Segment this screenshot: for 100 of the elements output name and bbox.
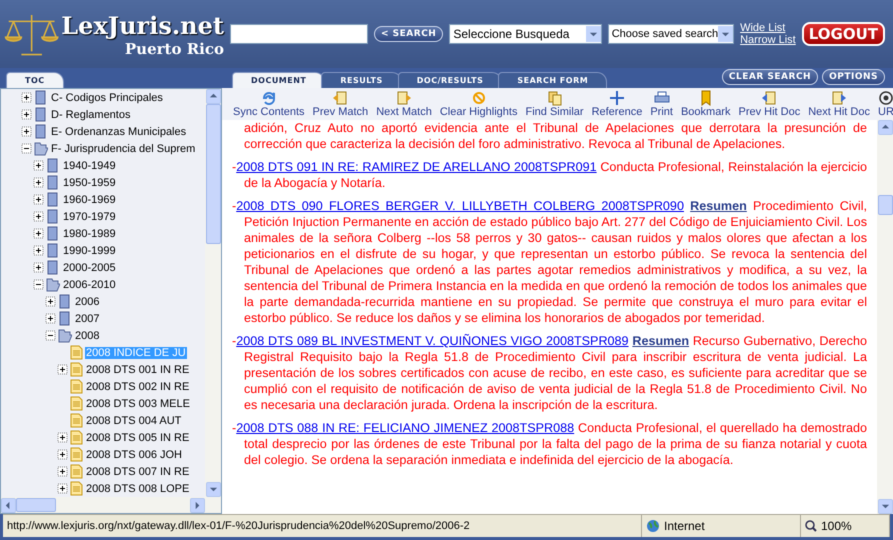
toolbar-button[interactable]: Next Hit Doc: [805, 90, 873, 120]
toolbar-button[interactable]: Find Similar: [522, 90, 587, 120]
expand-icon[interactable]: [57, 449, 68, 460]
tree-item[interactable]: 2000-2005: [62, 262, 117, 274]
document-icon: [70, 396, 83, 411]
expand-icon[interactable]: [33, 262, 44, 273]
document-icon: [70, 481, 83, 496]
collapse-icon[interactable]: [21, 143, 32, 154]
zoom-level[interactable]: 100%: [821, 519, 852, 533]
open-folder-icon: [58, 328, 72, 343]
tree-item[interactable]: 2008 DTS 008 LOPE: [85, 482, 190, 494]
document-link[interactable]: 2008 DTS 091 IN RE: RAMIREZ DE ARELLANO 2008TSPR091: [236, 160, 597, 174]
tab[interactable]: TOC: [6, 72, 64, 88]
entry-paragraph: -2008 DTS 089 BL INVESTMENT V. QUIÑONES VIGO 2008TSPR089 Resumen Recurso Gubernativo, Derecho Registral Requisito bajo la Regla 51.8 de Procedimiento Civil para inscribir escritura de venta judicial. La presentación de los sobres certificados con acuse de recibo, en este caso, es suficiente para acreditar que se cumplió con el requisito de notificación de aviso de venta judicial de la Regla 51.8 de Procedimiento Civil. No es necesaria una declaración jurada. Ordena la inscripción de la escritura.: [232, 333, 867, 413]
list-link[interactable]: Wide List: [740, 22, 796, 34]
toolbar-button[interactable]: Sync Contents: [230, 90, 308, 120]
entry-paragraph: adición, Cruz Auto no aportó evidencia ante el Tribunal de Apelaciones que derrotara la presunción de corrección que caracteriza la decisión del foro administrativo. Revoca al Tribunal de Apelaciones.: [243, 120, 867, 152]
scrollbar[interactable]: [877, 120, 893, 514]
tree-item[interactable]: 2008 DTS 004 AUT: [85, 414, 182, 426]
saved-search-dropdown[interactable]: Choose saved search: [608, 24, 734, 44]
arrow-down-icon: [880, 502, 890, 511]
document-icon: [70, 447, 83, 462]
summary-link[interactable]: Resumen: [690, 199, 747, 213]
document-icon: [70, 379, 83, 394]
document-link[interactable]: 2008 DTS 090 FLORES BERGER V. LILLYBETH COLBERG 2008TSPR090: [236, 199, 684, 213]
toolbar-button[interactable]: UR: [874, 90, 893, 120]
entry-paragraph: -2008 DTS 090 FLORES BERGER V. LILLYBETH COLBERG 2008TSPR090 Resumen Procedimiento Civil, Petición Injuction Permanente en acción de estado público bajo Art. 277 del Código de Enjuiciamiento Civil. Los animales de la señora Colberg --los 58 perros y 30 gatos-- causan ruidos y malos olores que afectan a los peticionarios en el disfrute de su hogar, y que representan un estorbo público. Se revoca la sentencia del Tribunal de Apelaciones que ordenó a las partes agotar remedios administrativos y modifica, a su vez, la sentencia del Tribunal de Primera Instancia en la medida en que ordenó la remoción de todos los animales que la parte demandada-recurrida mantiene en su propiedad. Se permite que construya el muro para evitar el estorbo público. Se reduce los daños y se elimina los honorarios de abogados por temeridad.: [232, 198, 867, 326]
toolbar-button[interactable]: Prev Hit Doc: [735, 90, 804, 120]
tree-item[interactable]: 2007: [74, 312, 100, 324]
expand-icon[interactable]: [33, 177, 44, 188]
summary-link[interactable]: Resumen: [632, 334, 690, 348]
tree-item[interactable]: 2008 DTS 005 IN RE: [85, 432, 190, 444]
folder-icon: [46, 260, 60, 275]
cross-icon: [608, 90, 625, 106]
expand-icon[interactable]: [57, 432, 68, 443]
search-type-dropdown[interactable]: Seleccione Busqueda: [449, 24, 602, 44]
expand-icon[interactable]: [33, 228, 44, 239]
expand-icon[interactable]: [33, 211, 44, 222]
tree-item[interactable]: 2008: [74, 330, 100, 342]
expand-icon[interactable]: [33, 194, 44, 205]
tree-item[interactable]: C- Codigos Principales: [50, 92, 164, 104]
document-link[interactable]: 2008 DTS 088 IN RE: FELICIANO JIMENEZ 2008TSPR088: [236, 421, 574, 435]
collapse-icon[interactable]: [33, 279, 44, 290]
document-icon: [70, 362, 83, 377]
arrow-left-icon: [332, 90, 348, 106]
security-zone: Internet: [664, 519, 705, 533]
toolbar-button[interactable]: Reference: [588, 90, 646, 120]
tab[interactable]: SEARCH FORM: [498, 72, 608, 88]
globe-icon: [646, 519, 660, 533]
expand-icon[interactable]: [21, 126, 32, 137]
tree-item[interactable]: 1960-1969: [62, 194, 117, 206]
tree-item[interactable]: 1990-1999: [62, 244, 117, 256]
scrollbar-thumb[interactable]: [878, 195, 892, 215]
expand-icon[interactable]: [33, 160, 44, 171]
folder-icon: [46, 175, 60, 190]
toolbar-button[interactable]: Clear Highlights: [436, 90, 520, 120]
toolbar-button[interactable]: Prev Match: [310, 90, 372, 120]
folder-icon: [58, 294, 72, 309]
expand-icon[interactable]: [21, 109, 32, 120]
tree-item[interactable]: 2008 DTS 007 IN RE: [85, 466, 190, 478]
search-button[interactable]: < SEARCH: [374, 26, 444, 42]
tree-item[interactable]: 2006: [74, 296, 100, 308]
header-button[interactable]: OPTIONS: [822, 68, 885, 84]
toolbar-button[interactable]: Bookmark: [678, 90, 734, 120]
expand-icon[interactable]: [45, 313, 56, 324]
tree-item[interactable]: 2008 DTS 002 IN RE: [85, 380, 190, 392]
arrow-right-icon: [396, 90, 412, 106]
tree-item[interactable]: F- Jurisprudencia del Suprem: [50, 142, 196, 154]
list-link[interactable]: Narrow List: [740, 34, 796, 46]
document-link[interactable]: 2008 DTS 089 BL INVESTMENT V. QUIÑONES VIGO 2008TSPR089: [236, 334, 629, 348]
expand-icon[interactable]: [57, 483, 68, 494]
toolbar-button[interactable]: Next Match: [373, 90, 435, 120]
scrollbar-thumb[interactable]: [206, 104, 220, 244]
header-button[interactable]: CLEAR SEARCH: [722, 68, 818, 84]
tree-item[interactable]: 2008 DTS 003 MELE: [85, 398, 191, 410]
folder-icon: [46, 209, 60, 224]
collapse-icon[interactable]: [45, 330, 56, 341]
tree-item[interactable]: 1980-1989: [62, 228, 117, 240]
zoom-icon: [805, 520, 817, 532]
expand-icon[interactable]: [45, 296, 56, 307]
tree-item[interactable]: 1950-1959: [62, 176, 117, 188]
scrollbar[interactable]: [205, 89, 221, 497]
expand-icon[interactable]: [21, 92, 32, 103]
tree-item[interactable]: 2008 DTS 001 IN RE: [85, 364, 190, 376]
expand-icon[interactable]: [57, 466, 68, 477]
folder-icon: [34, 90, 48, 105]
expand-icon[interactable]: [33, 245, 44, 256]
toolbar-button[interactable]: Print: [647, 90, 676, 120]
tree-item[interactable]: 1940-1949: [62, 160, 117, 172]
scrollbar[interactable]: [1, 497, 221, 513]
search-field[interactable]: [230, 24, 368, 44]
tree-item[interactable]: 1970-1979: [62, 210, 117, 222]
tree-item[interactable]: D- Reglamentos: [50, 108, 132, 120]
tree-item[interactable]: 2006-2010: [62, 278, 117, 290]
logout-button[interactable]: LOGOUT: [802, 22, 885, 46]
expand-icon[interactable]: [57, 364, 68, 375]
arrow-right-icon: [831, 90, 848, 106]
tree-item[interactable]: 2008 DTS 006 JOH: [85, 448, 183, 460]
tree-item[interactable]: E- Ordenanzas Municipales: [50, 126, 188, 138]
scrollbar-thumb[interactable]: [16, 498, 56, 512]
